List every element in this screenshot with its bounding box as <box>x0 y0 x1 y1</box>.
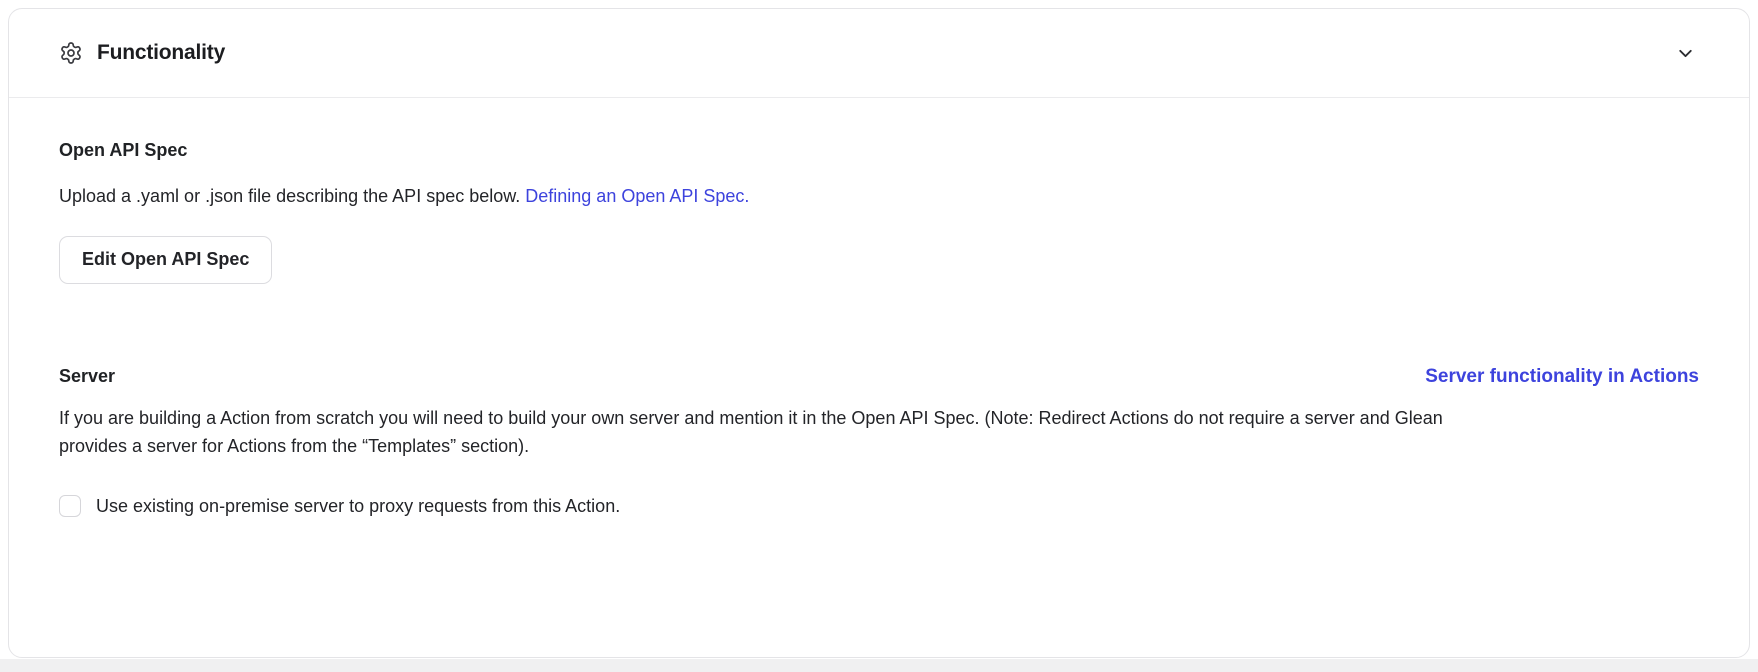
chevron-down-icon <box>1675 43 1696 64</box>
panel-title: Functionality <box>97 41 225 65</box>
server-heading-row: Server Server functionality in Actions <box>59 364 1699 388</box>
panel-body: Open API Spec Upload a .yaml or .json fi… <box>9 98 1749 518</box>
open-api-spec-description: Upload a .yaml or .json file describing … <box>59 182 1507 210</box>
panel-header: Functionality <box>9 9 1749 98</box>
on-premise-checkbox[interactable] <box>59 495 81 517</box>
server-functionality-link[interactable]: Server functionality in Actions <box>1425 366 1699 388</box>
on-premise-checkbox-row: Use existing on-premise server to proxy … <box>59 494 1699 518</box>
functionality-panel: Functionality Open API Spec Upload a .ya… <box>8 8 1750 658</box>
edit-open-api-spec-button[interactable]: Edit Open API Spec <box>59 236 272 284</box>
open-api-spec-heading: Open API Spec <box>59 138 1699 162</box>
server-heading: Server <box>59 364 115 388</box>
on-premise-checkbox-label: Use existing on-premise server to proxy … <box>96 494 620 518</box>
server-section: Server Server functionality in Actions I… <box>59 364 1699 518</box>
server-description: If you are building a Action from scratc… <box>59 404 1507 460</box>
collapse-button[interactable] <box>1669 37 1701 69</box>
gear-icon <box>59 41 83 65</box>
defining-open-api-spec-link[interactable]: Defining an Open API Spec. <box>525 186 749 206</box>
open-api-spec-description-text: Upload a .yaml or .json file describing … <box>59 186 525 206</box>
open-api-spec-section: Open API Spec Upload a .yaml or .json fi… <box>59 138 1699 284</box>
page: Functionality Open API Spec Upload a .ya… <box>0 0 1758 672</box>
page-background-strip <box>0 659 1758 672</box>
